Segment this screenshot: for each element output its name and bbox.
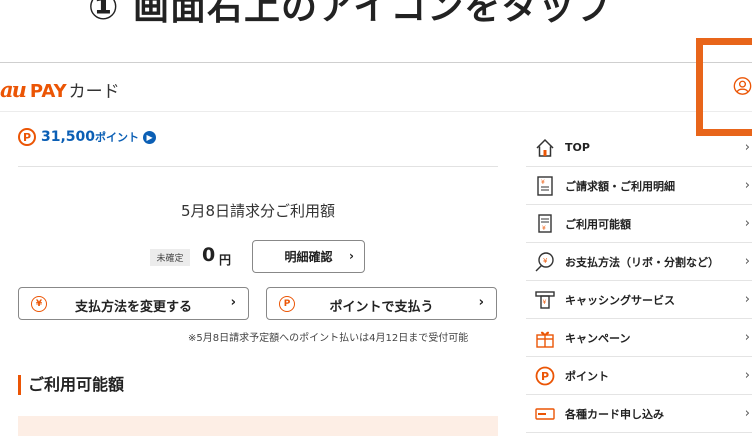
- pay-with-points-label: ポイントで支払う: [329, 300, 434, 315]
- point-icon: P: [18, 128, 36, 146]
- menu-item-label: キャッシングサービス: [565, 293, 675, 307]
- svg-text:¥: ¥: [541, 179, 545, 186]
- change-payment-method-label: 支払方法を変更する: [74, 300, 192, 315]
- logo-card: カード: [68, 82, 120, 102]
- points-unit: ポイント: [95, 131, 140, 144]
- menu-item-invoice[interactable]: ¥ ご請求額・ご利用明細 ›: [526, 167, 752, 205]
- credit-limit-panel: [18, 416, 498, 436]
- section-title: ご利用可能額: [18, 375, 124, 395]
- chevron-right-icon: ›: [744, 406, 750, 421]
- point-payment-note: ※5月8日請求予定額へのポイント払いは4月12日まで受付可能: [188, 333, 469, 344]
- menu-item-payment-method[interactable]: ¥ お支払方法（リボ・分割など） ›: [526, 243, 752, 281]
- divider: [18, 166, 498, 167]
- billing-title: 5月8日請求分ご利用額: [180, 202, 336, 220]
- side-menu: TOP › ¥ ご請求額・ご利用明細 › ¥ ご利用可能額 › ¥ お支払方法（…: [526, 129, 752, 433]
- menu-item-credit-limit[interactable]: ¥ ご利用可能額 ›: [526, 205, 752, 243]
- menu-item-label: ご請求額・ご利用明細: [565, 179, 675, 193]
- menu-item-top[interactable]: TOP ›: [526, 129, 752, 167]
- menu-item-label: 各種カード申し込み: [565, 407, 664, 421]
- logo-pay: PAY: [29, 81, 67, 102]
- pay-with-points-button[interactable]: P ポイントで支払う ›: [266, 287, 497, 320]
- invoice-icon: ¥: [534, 175, 556, 197]
- svg-text:¥: ¥: [543, 299, 547, 306]
- points-value: 31,500: [41, 129, 96, 145]
- menu-item-campaign[interactable]: キャンペーン ›: [526, 319, 752, 357]
- chevron-right-icon: ›: [478, 295, 484, 310]
- detail-button-label: 明細確認: [284, 250, 333, 264]
- chevron-right-icon: ›: [349, 249, 354, 263]
- chevron-right-icon: ▶: [143, 130, 157, 144]
- chevron-right-icon: ›: [744, 178, 750, 193]
- credit-limit-icon: ¥: [534, 213, 556, 235]
- chevron-right-icon: ›: [744, 254, 750, 269]
- svg-text:¥: ¥: [542, 225, 546, 232]
- menu-item-label: ポイント: [565, 369, 609, 383]
- billing-amount: 0: [202, 244, 216, 266]
- logo-au: au: [0, 77, 27, 102]
- au-pay-card-logo[interactable]: au PAY カード: [0, 77, 120, 102]
- app-header: au PAY カード: [0, 62, 752, 112]
- detail-button[interactable]: 明細確認 ›: [252, 240, 365, 273]
- home-icon: [534, 137, 556, 159]
- status-badge: 未確定: [150, 249, 190, 266]
- billing-amount-unit: 円: [219, 253, 232, 267]
- chevron-right-icon: ›: [744, 330, 750, 345]
- user-account-icon[interactable]: [733, 76, 752, 96]
- cashing-icon: ¥: [534, 289, 556, 311]
- menu-item-cashing[interactable]: ¥ キャッシングサービス ›: [526, 281, 752, 319]
- card-icon: [534, 403, 556, 425]
- chevron-right-icon: ›: [230, 295, 236, 310]
- points-summary[interactable]: P 31,500 ポイント ▶: [18, 128, 157, 146]
- chevron-right-icon: ›: [744, 292, 750, 307]
- gift-icon: [534, 327, 556, 349]
- chevron-right-icon: ›: [744, 368, 750, 383]
- svg-text:¥: ¥: [543, 257, 548, 265]
- instruction-banner: ① 画面右上のアイコンをタップ: [0, 0, 752, 30]
- instruction-text: ① 画面右上のアイコンをタップ: [88, 0, 613, 28]
- change-payment-method-button[interactable]: ¥ 支払方法を変更する ›: [18, 287, 249, 320]
- menu-item-label: TOP: [565, 141, 590, 154]
- point-icon: P: [534, 365, 556, 387]
- menu-item-points[interactable]: P ポイント ›: [526, 357, 752, 395]
- menu-item-label: ご利用可能額: [565, 217, 631, 231]
- svg-text:P: P: [541, 370, 549, 383]
- menu-item-label: キャンペーン: [565, 331, 631, 345]
- menu-item-label: お支払方法（リボ・分割など）: [565, 255, 719, 269]
- menu-item-card-application[interactable]: 各種カード申し込み ›: [526, 395, 752, 433]
- chevron-right-icon: ›: [744, 140, 750, 155]
- chevron-right-icon: ›: [744, 216, 750, 231]
- payment-method-icon: ¥: [534, 251, 556, 273]
